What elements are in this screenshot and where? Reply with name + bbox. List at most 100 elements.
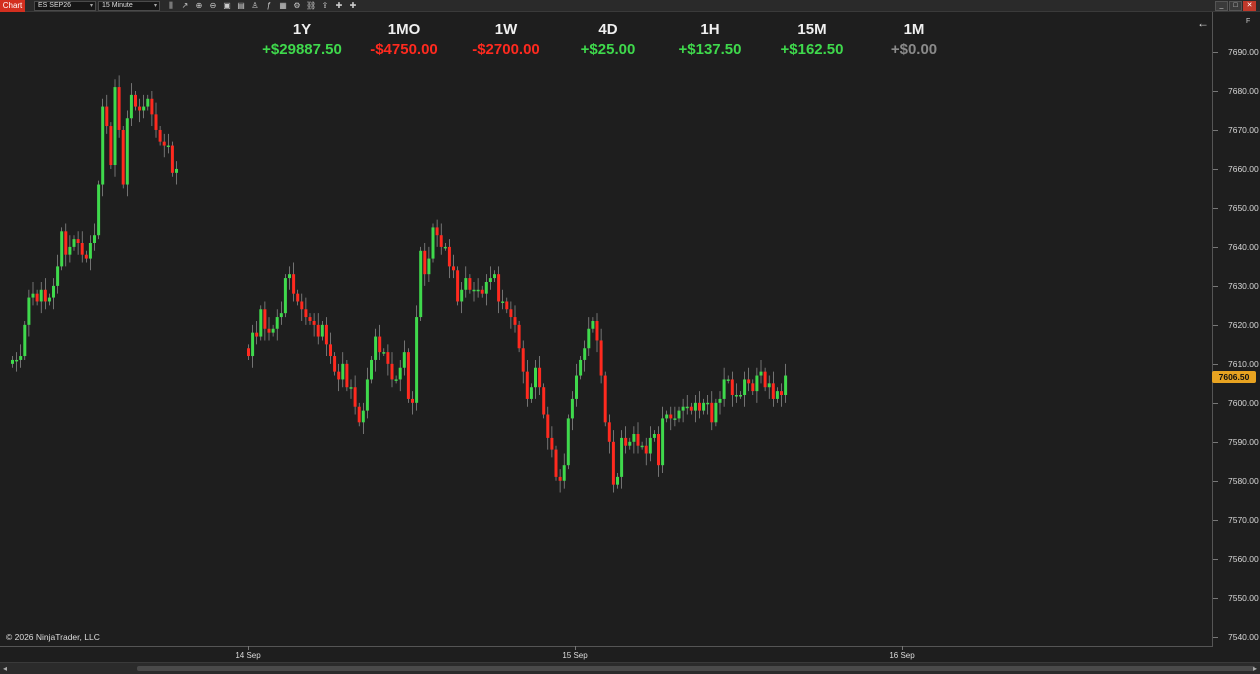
candle-body — [685, 406, 689, 409]
price-label: 7550.00 — [1228, 592, 1259, 603]
horizontal-scrollbar[interactable]: ◂ ▸ — [0, 662, 1260, 674]
candle-body — [267, 328, 271, 333]
candle-body — [677, 410, 681, 419]
candle-body — [726, 379, 730, 381]
candle-body — [361, 410, 365, 423]
price-tick — [1213, 168, 1218, 170]
candle-body — [329, 344, 332, 357]
scroll-right-icon[interactable]: ▸ — [1253, 664, 1257, 673]
perf-value: +$162.50 — [780, 41, 844, 58]
time-axis[interactable] — [0, 646, 1213, 662]
candle-body — [632, 434, 636, 442]
candle-body — [628, 441, 632, 446]
maximize-button[interactable]: □ — [1229, 1, 1242, 11]
perf-15m: 15M +$162.50 — [757, 20, 867, 60]
price-tick — [1213, 363, 1218, 365]
candle-body — [681, 406, 685, 411]
candle-body — [644, 445, 648, 454]
candle-body — [406, 352, 410, 399]
perf-1w: 1W -$2700.00 — [451, 20, 561, 60]
candle-body — [706, 402, 710, 405]
candle-body — [657, 434, 660, 466]
candle-body — [751, 383, 755, 392]
candle-body — [56, 266, 60, 286]
candle-body — [759, 371, 763, 376]
candle-body — [129, 94, 133, 119]
candle-body — [251, 332, 255, 357]
candle-body — [11, 359, 14, 364]
price-tick — [1213, 324, 1218, 326]
price-tick — [1213, 207, 1218, 209]
candle-body — [150, 98, 154, 115]
candle-body — [162, 141, 166, 146]
candle-body — [763, 371, 767, 388]
perf-1y: 1Y +$29887.50 — [247, 20, 357, 60]
price-label: 7590.00 — [1228, 436, 1259, 447]
candle-body — [734, 395, 738, 397]
price-label: 7620.00 — [1228, 319, 1259, 330]
price-label: 7610.00 — [1228, 358, 1259, 369]
candle-body — [31, 293, 35, 298]
price-label: 7690.00 — [1228, 47, 1259, 57]
candle-body — [80, 243, 84, 255]
minimize-button[interactable]: _ — [1215, 1, 1228, 11]
perf-value: +$25.00 — [580, 41, 636, 58]
candle-body — [616, 476, 619, 485]
candle-body — [349, 387, 353, 389]
candle-body — [138, 106, 142, 111]
price-tick — [1213, 52, 1218, 53]
candle-body — [158, 129, 162, 142]
candle-body — [624, 437, 628, 446]
price-label: 7560.00 — [1228, 553, 1259, 564]
candle-body — [365, 379, 369, 411]
candle-body — [39, 289, 43, 302]
candle-body — [43, 289, 47, 302]
candle-body — [673, 418, 677, 420]
price-label: 7670.00 — [1228, 124, 1259, 135]
candle-body — [554, 449, 558, 477]
candle-body — [509, 309, 513, 318]
candle-body — [60, 231, 64, 267]
candle-body — [546, 414, 550, 438]
price-label: 7650.00 — [1228, 202, 1259, 213]
close-button[interactable]: ✕ — [1243, 1, 1256, 11]
price-tick — [1213, 480, 1218, 482]
candle-body — [271, 328, 275, 333]
back-arrow-icon[interactable]: ← — [1197, 16, 1209, 30]
price-label: 7570.00 — [1228, 514, 1259, 525]
candle-body — [452, 266, 455, 271]
candle-body — [743, 379, 747, 396]
candle-body — [121, 129, 125, 185]
candle-body — [170, 145, 174, 173]
candle-body — [93, 235, 96, 244]
perf-value: -$2700.00 — [472, 41, 540, 58]
candle-body — [607, 422, 611, 442]
candle-body — [259, 309, 263, 337]
perf-1h: 1H +$137.50 — [655, 20, 765, 60]
candle-body — [431, 227, 435, 259]
perf-value: +$137.50 — [678, 41, 742, 58]
price-tick — [1213, 441, 1218, 443]
candle-body — [142, 106, 146, 111]
candle-body — [575, 375, 578, 399]
candle-body — [579, 359, 583, 376]
scroll-thumb[interactable] — [137, 666, 1255, 671]
candle-body — [771, 383, 775, 399]
scroll-left-icon[interactable]: ◂ — [3, 664, 7, 673]
candle-body — [423, 250, 427, 275]
candle-body — [304, 309, 308, 318]
price-label: 7580.00 — [1228, 475, 1259, 486]
candle-body — [784, 375, 788, 396]
candle-body — [443, 246, 447, 249]
price-label: 7540.00 — [1228, 631, 1259, 642]
candle-body — [263, 309, 267, 329]
time-tick — [575, 646, 576, 650]
candle-body — [419, 250, 423, 318]
candle-body — [538, 367, 542, 388]
candle-body — [603, 375, 607, 423]
candle-body — [300, 301, 304, 310]
candle-body — [665, 414, 669, 419]
candle-body — [117, 87, 121, 130]
candle-body — [320, 324, 324, 337]
candle-body — [710, 402, 714, 423]
